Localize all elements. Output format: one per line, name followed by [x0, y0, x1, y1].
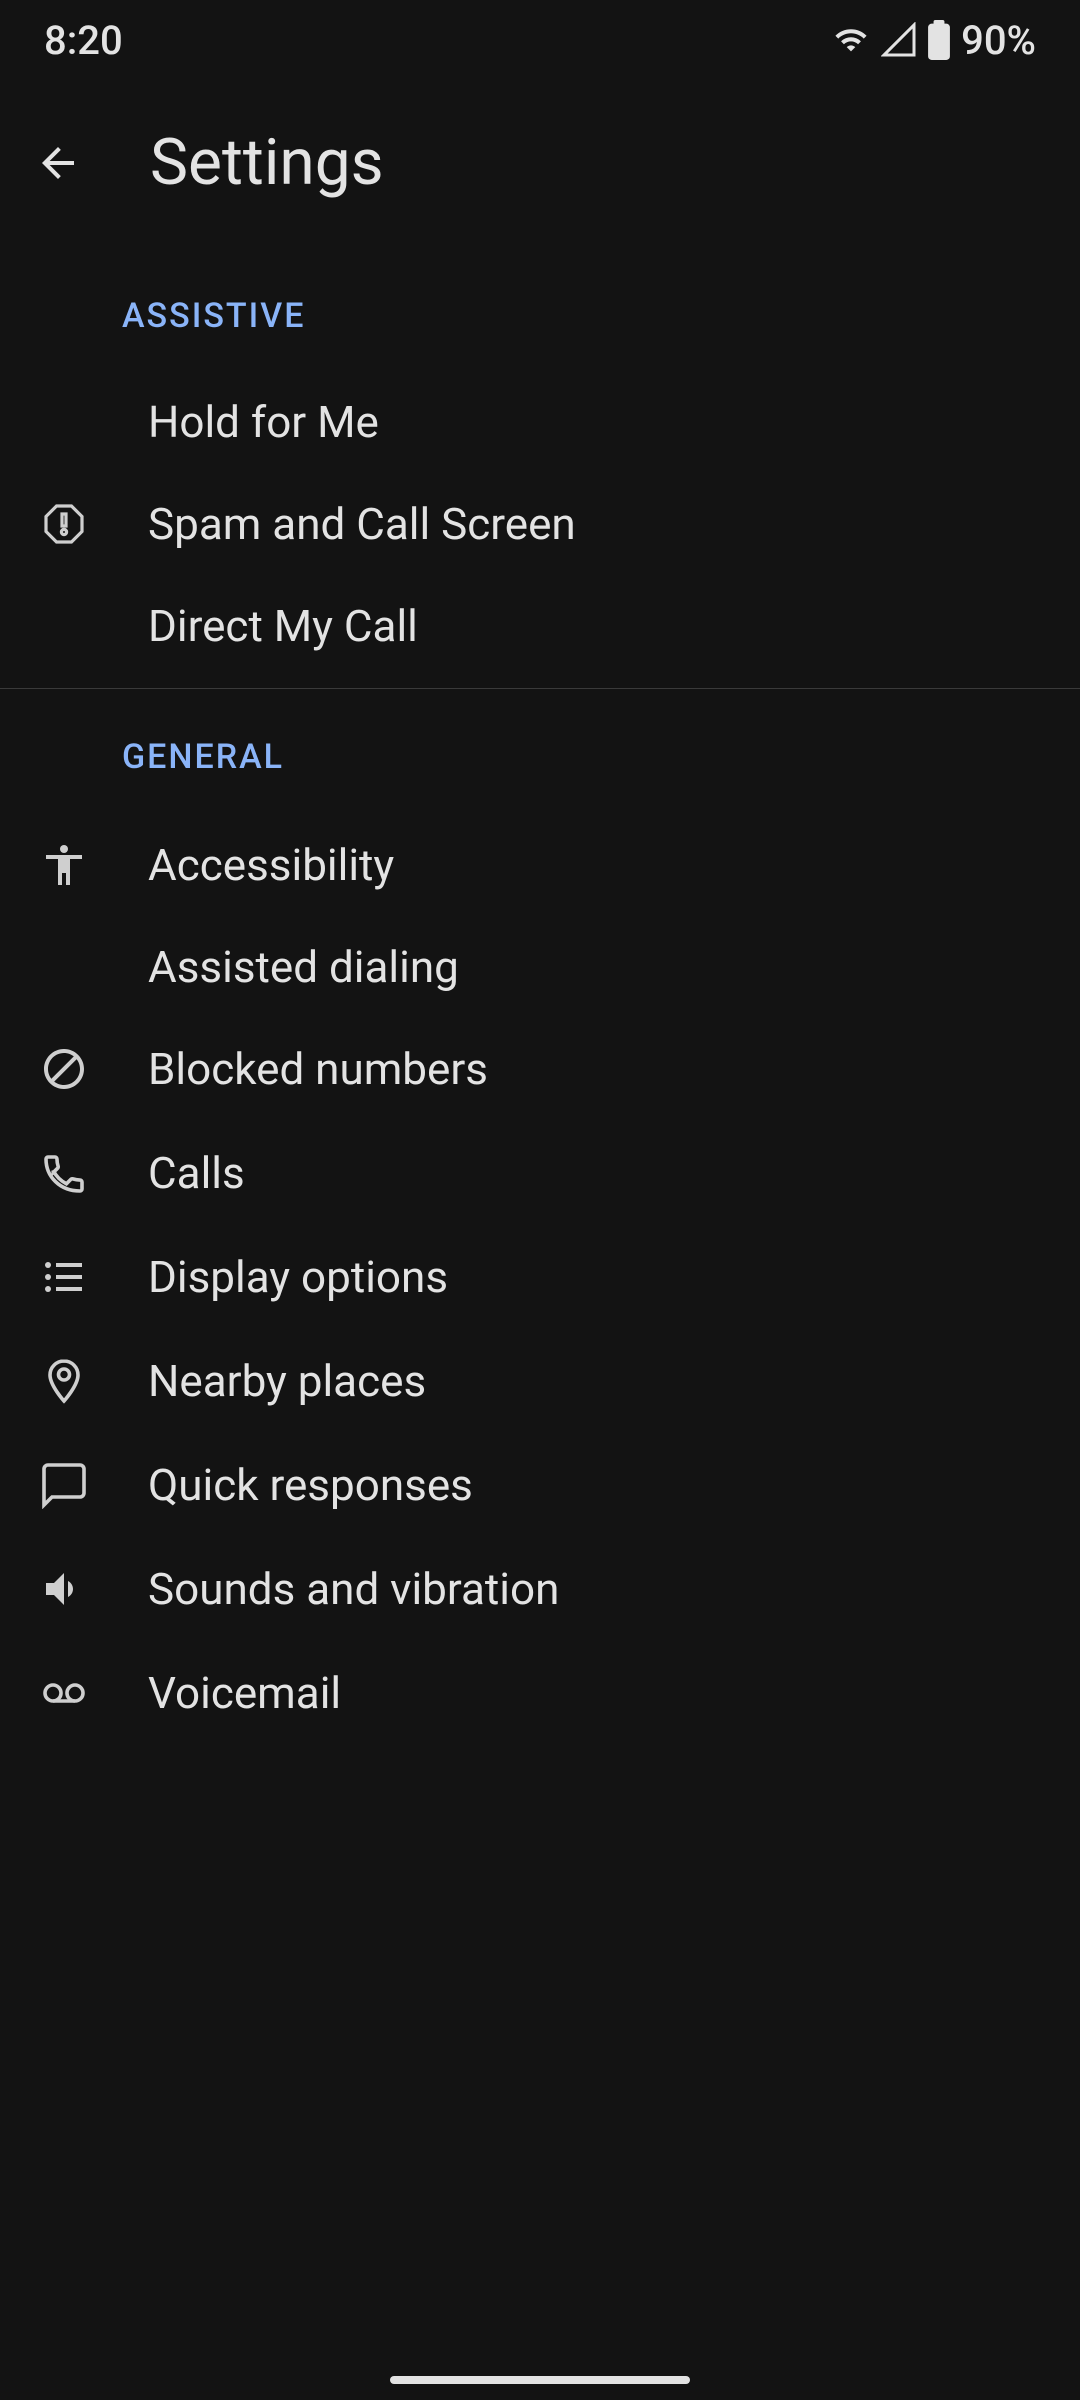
setting-label: Direct My Call [148, 600, 418, 652]
battery-pct: 90% [961, 17, 1036, 64]
setting-voicemail[interactable]: Voicemail [0, 1641, 1080, 1745]
section-header-general: GENERAL [0, 701, 1080, 813]
setting-label: Spam and Call Screen [148, 498, 576, 550]
setting-label: Quick responses [148, 1459, 473, 1511]
battery-icon [927, 20, 951, 60]
setting-spam-call-screen[interactable]: Spam and Call Screen [0, 472, 1080, 576]
setting-sounds-vibration[interactable]: Sounds and vibration [0, 1537, 1080, 1641]
voicemail-icon [36, 1665, 92, 1721]
setting-calls[interactable]: Calls [0, 1121, 1080, 1225]
message-icon [36, 1457, 92, 1513]
setting-quick-responses[interactable]: Quick responses [0, 1433, 1080, 1537]
setting-blocked-numbers[interactable]: Blocked numbers [0, 1017, 1080, 1121]
report-icon [36, 496, 92, 552]
setting-label: Display options [148, 1251, 448, 1303]
location-icon [36, 1353, 92, 1409]
status-bar: 8:20 90% [0, 0, 1080, 80]
block-icon [36, 1041, 92, 1097]
setting-label: Calls [148, 1147, 245, 1199]
setting-label: Hold for Me [148, 396, 379, 448]
setting-assisted-dialing[interactable]: Assisted dialing [0, 917, 1080, 1017]
setting-hold-for-me[interactable]: Hold for Me [0, 372, 1080, 472]
wifi-icon [831, 23, 871, 57]
setting-label: Nearby places [148, 1355, 426, 1407]
accessibility-icon [36, 837, 92, 893]
arrow-back-icon [34, 139, 82, 187]
setting-direct-my-call[interactable]: Direct My Call [0, 576, 1080, 676]
phone-icon [36, 1145, 92, 1201]
setting-display-options[interactable]: Display options [0, 1225, 1080, 1329]
section-header-assistive: ASSISTIVE [0, 260, 1080, 372]
back-button[interactable] [30, 135, 86, 191]
setting-accessibility[interactable]: Accessibility [0, 813, 1080, 917]
volume-icon [36, 1561, 92, 1617]
signal-icon [881, 22, 917, 58]
setting-label: Blocked numbers [148, 1043, 488, 1095]
setting-nearby-places[interactable]: Nearby places [0, 1329, 1080, 1433]
setting-label: Accessibility [148, 839, 394, 891]
app-bar: Settings [0, 80, 1080, 260]
page-title: Settings [150, 125, 384, 200]
home-indicator[interactable] [390, 2376, 690, 2384]
list-icon [36, 1249, 92, 1305]
setting-label: Sounds and vibration [148, 1563, 559, 1615]
setting-label: Assisted dialing [148, 941, 459, 993]
setting-label: Voicemail [148, 1667, 341, 1719]
status-time: 8:20 [44, 17, 123, 64]
status-icons: 90% [831, 17, 1036, 64]
